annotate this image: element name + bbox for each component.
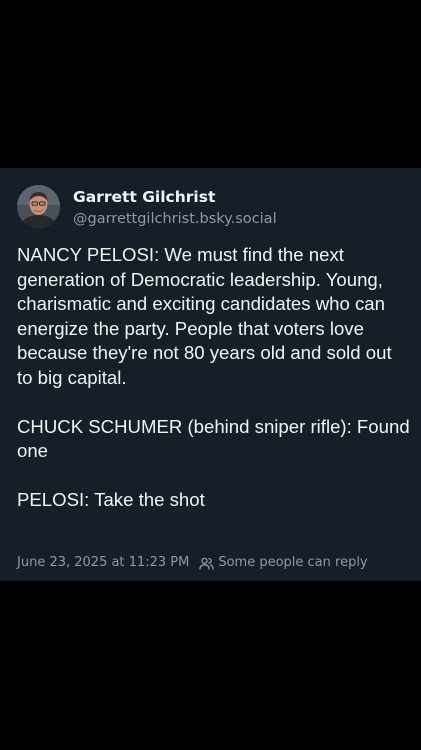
post-paragraph: CHUCK SCHUMER (behind sniper rifle): Fou…	[17, 415, 410, 462]
post-timestamp[interactable]: June 23, 2025 at 11:23 PM	[17, 554, 189, 572]
post-meta: June 23, 2025 at 11:23 PM Some people ca…	[17, 554, 368, 572]
author-avatar[interactable]	[17, 185, 60, 228]
people-icon	[199, 557, 214, 570]
post-paragraph: PELOSI: Take the shot	[17, 489, 205, 510]
avatar-photo-icon	[17, 185, 60, 228]
author-display-name[interactable]: Garrett Gilchrist	[73, 187, 215, 207]
author-handle[interactable]: @garrettgilchrist.bsky.social	[73, 210, 277, 228]
post-card[interactable]: Garrett Gilchrist @garrettgilchrist.bsky…	[0, 168, 421, 581]
post-paragraph: NANCY PELOSI: We must find the next gene…	[17, 244, 392, 388]
reply-setting[interactable]: Some people can reply	[218, 554, 367, 572]
post-text: NANCY PELOSI: We must find the next gene…	[17, 243, 412, 513]
